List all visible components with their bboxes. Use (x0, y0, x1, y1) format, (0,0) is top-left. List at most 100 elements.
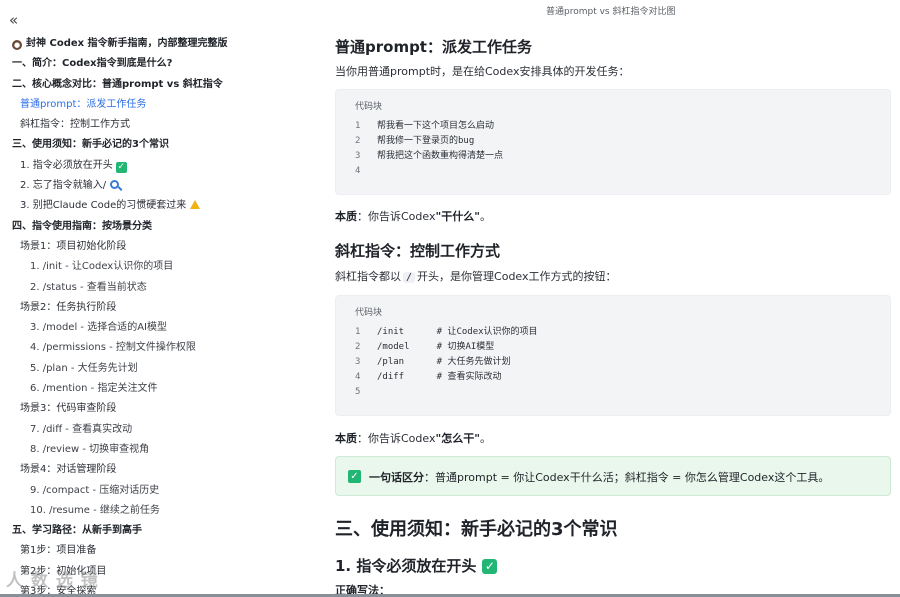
code-line: 4 (355, 164, 503, 179)
sub-heading-command-first: 1. 指令必须放在开头 ✓ (335, 555, 498, 576)
toc-item[interactable]: 场景1：项目初始化阶段 (0, 237, 300, 257)
toc-item[interactable]: 1. /init - 让Codex认识你的项目 (0, 257, 300, 277)
code-text: /model # 切换AI模型 (377, 342, 495, 352)
section-heading-prompt: 普通prompt：派发工作任务 (335, 38, 532, 56)
code-text: 帮我修一下登录页的bug (377, 136, 475, 146)
toc-item-label: 7. /diff - 查看真实改动 (30, 423, 133, 435)
toc-item-label: 二、核心概念对比：普通prompt vs 斜杠指令 (12, 78, 223, 90)
toc-item-label: 场景3：代码审查阶段 (20, 403, 117, 415)
toc-item-label: 1. /init - 让Codex认识你的项目 (30, 261, 174, 273)
toc-item-label: 五、学习路径：从新手到高手 (12, 525, 142, 537)
line-number: 1 (355, 121, 361, 131)
essence-line-slash: 本质：你告诉Codex"怎么干"。 (335, 432, 491, 445)
pin-icon: ● (12, 40, 22, 50)
toc-item[interactable]: 6. /mention - 指定关注文件 (0, 379, 300, 399)
line-number: 5 (355, 387, 361, 397)
code-block-slash[interactable]: 代码块 1/init # 让Codex认识你的项目 2/model # 切换AI模… (335, 295, 891, 416)
section-intro-slash: 斜杠指令都以 / 开头，是你管理Codex工作方式的按钮： (335, 270, 617, 283)
check-icon: ✓ (482, 559, 498, 574)
code-line: 2/model # 切换AI模型 (355, 340, 538, 355)
code-block-prompt[interactable]: 代码块 1 帮我看一下这个项目怎么启动 2 帮我修一下登录页的bug 3 帮我把这个函数重… (335, 89, 891, 195)
main-content: 普通prompt vs 斜杠指令对比图 普通prompt：派发工作任务 当你用普… (300, 0, 900, 597)
code-line: 3 帮我把这个函数重构得清楚一点 (355, 149, 503, 164)
code-line: 4/diff # 查看实际改动 (355, 370, 538, 385)
code-lines: 1/init # 让Codex认识你的项目 2/model # 切换AI模型 3/p… (355, 325, 538, 400)
code-text: 帮我把这个函数重构得清楚一点 (377, 151, 504, 161)
code-lines: 1 帮我看一下这个项目怎么启动 2 帮我修一下登录页的bug 3 帮我把这个函数重构得清楚… (355, 119, 503, 179)
code-text: /plan # 大任务先做计划 (377, 357, 511, 367)
line-number: 3 (355, 151, 361, 161)
toc-item-label: 2. 忘了指令就输入/ (20, 180, 107, 192)
check-icon: ✓ (115, 161, 127, 173)
search-icon (110, 180, 120, 190)
toc-item[interactable]: ● 封神 Codex 指令新手指南，内部整理完整版 (0, 34, 300, 54)
toc-item[interactable]: 四、指令使用指南：按场景分类 (0, 217, 300, 237)
toc-item-label: 3. /model - 选择合适的AI模型 (30, 322, 167, 334)
toc-item-label: 9. /compact - 压缩对话历史 (30, 484, 160, 496)
toc-item[interactable]: 8. /review - 切换审查视角 (0, 440, 300, 460)
code-line: 5 (355, 385, 538, 400)
code-block-title: 代码块 (355, 102, 383, 112)
toc-item[interactable]: 普通prompt：派发工作任务 (0, 95, 300, 115)
toc-item-label: 2. /status - 查看当前状态 (30, 281, 147, 293)
essence-line-prompt: 本质：你告诉Codex"干什么"。 (335, 210, 491, 223)
toc-item[interactable]: 五、学习路径：从新手到高手 (0, 521, 300, 541)
code-text: /init # 让Codex认识你的项目 (377, 327, 538, 337)
toc-item[interactable]: 3. /model - 选择合适的AI模型 (0, 318, 300, 338)
toc-item[interactable]: 4. /permissions - 控制文件操作权限 (0, 338, 300, 358)
toc-item[interactable]: 场景2：任务执行阶段 (0, 298, 300, 318)
toc-item-label: 10. /resume - 继续之前任务 (30, 504, 160, 516)
callout-summary: ✓ 一句话区分：普通prompt = 你让Codex干什么活；斜杠指令 = 你怎… (335, 456, 891, 496)
toc-item-label: 四、指令使用指南：按场景分类 (12, 220, 152, 232)
code-text: 帮我看一下这个项目怎么启动 (377, 121, 495, 131)
code-block-title: 代码块 (355, 308, 383, 318)
code-line: 1/init # 让Codex认识你的项目 (355, 325, 538, 340)
toc-item[interactable]: 1. 指令必须放在开头 ✓ (0, 156, 300, 176)
toc-item-label: 三、使用须知：新手必记的3个常识 (12, 139, 169, 151)
toc-item-label: 场景1：项目初始化阶段 (20, 240, 127, 252)
section-heading-usage: 三、使用须知：新手必记的3个常识 (335, 519, 618, 540)
toc-item[interactable]: 第1步：项目准备 (0, 541, 300, 561)
section-heading-slash: 斜杠指令：控制工作方式 (335, 242, 501, 260)
toc-item[interactable]: 5. /plan - 大任务先计划 (0, 359, 300, 379)
image-caption: 普通prompt vs 斜杠指令对比图 (546, 7, 676, 17)
toc-item[interactable]: 7. /diff - 查看真实改动 (0, 420, 300, 440)
toc-item-label: 4. /permissions - 控制文件操作权限 (30, 342, 196, 354)
toc-item[interactable]: 场景4：对话管理阶段 (0, 460, 300, 480)
toc-item[interactable]: 2. /status - 查看当前状态 (0, 278, 300, 298)
toc-item-label: 封神 Codex 指令新手指南，内部整理完整版 (26, 38, 228, 49)
toc-item[interactable]: 一、简介：Codex指令到底是什么? (0, 54, 300, 74)
line-number: 1 (355, 327, 361, 337)
code-text: /diff # 查看实际改动 (377, 372, 502, 382)
toc-item-label: 1. 指令必须放在开头 (20, 159, 113, 171)
toc-item-label: 场景2：任务执行阶段 (20, 301, 117, 313)
toc-item[interactable]: 3. 别把Claude Code的习惯硬套过来 (0, 196, 300, 216)
line-number: 2 (355, 136, 361, 146)
toc-item-label: 3. 别把Claude Code的习惯硬套过来 (20, 200, 187, 212)
watermark: 人 数 选 镜 (6, 571, 99, 591)
toc-item[interactable]: 斜杠指令：控制工作方式 (0, 115, 300, 135)
toc-item[interactable]: 场景3：代码审查阶段 (0, 399, 300, 419)
toc-item-label: 第1步：项目准备 (20, 545, 97, 557)
toc-item[interactable]: 2. 忘了指令就输入/ (0, 176, 300, 196)
toc-item[interactable]: 二、核心概念对比：普通prompt vs 斜杠指令 (0, 75, 300, 95)
section-intro-prompt: 当你用普通prompt时，是在给Codex安排具体的开发任务： (335, 65, 630, 78)
toc-list: ● 封神 Codex 指令新手指南，内部整理完整版一、简介：Codex指令到底是什… (0, 34, 300, 597)
line-number: 3 (355, 357, 361, 367)
toc-item-label: 6. /mention - 指定关注文件 (30, 383, 158, 395)
toc-item[interactable]: 三、使用须知：新手必记的3个常识 (0, 135, 300, 155)
toc-item-label: 一、简介：Codex指令到底是什么? (12, 58, 173, 70)
toc-item[interactable]: 10. /resume - 继续之前任务 (0, 501, 300, 521)
toc-item-label: 普通prompt：派发工作任务 (20, 98, 147, 110)
code-line: 2 帮我修一下登录页的bug (355, 134, 503, 149)
line-number: 4 (355, 166, 361, 176)
toc-item-label: 斜杠指令：控制工作方式 (20, 119, 130, 131)
check-icon: ✓ (348, 470, 361, 483)
line-number: 4 (355, 372, 361, 382)
double-chevron-left-icon[interactable]: « (9, 13, 23, 28)
warning-icon (190, 200, 201, 210)
toc-item-label: 场景4：对话管理阶段 (20, 464, 117, 476)
line-number: 2 (355, 342, 361, 352)
sidebar-toc: « ● 封神 Codex 指令新手指南，内部整理完整版一、简介：Codex指令到底… (0, 0, 300, 597)
toc-item[interactable]: 9. /compact - 压缩对话历史 (0, 481, 300, 501)
